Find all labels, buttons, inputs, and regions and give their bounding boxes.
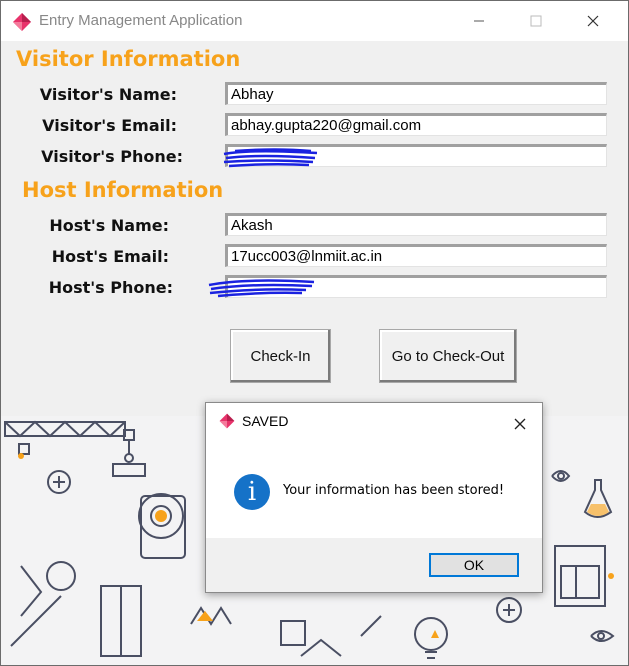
dialog-close-button[interactable] xyxy=(506,410,534,438)
maximize-icon xyxy=(530,15,542,27)
redaction-scribble xyxy=(208,279,315,298)
close-button[interactable] xyxy=(570,1,616,41)
close-icon xyxy=(587,15,599,27)
ok-button[interactable]: OK xyxy=(429,553,519,577)
go-to-check-out-button[interactable]: Go to Check-Out xyxy=(379,329,517,383)
dialog-title: SAVED xyxy=(242,413,289,429)
visitor-section-heading: Visitor Information xyxy=(16,47,241,71)
host-phone-label: Host's Phone: xyxy=(48,278,173,297)
app-logo-icon xyxy=(13,13,31,31)
redaction-scribble xyxy=(223,148,318,168)
close-icon xyxy=(514,418,526,430)
host-name-label: Host's Name: xyxy=(49,216,169,235)
app-logo-icon xyxy=(219,413,235,429)
title-bar: Entry Management Application xyxy=(1,1,628,41)
host-email-label: Host's Email: xyxy=(51,247,169,266)
check-in-button[interactable]: Check-In xyxy=(230,329,331,383)
host-name-input[interactable]: Akash xyxy=(225,213,607,236)
window-title: Entry Management Application xyxy=(39,12,243,29)
visitor-name-label: Visitor's Name: xyxy=(39,85,177,104)
minimize-button[interactable] xyxy=(456,1,502,41)
saved-dialog: SAVED i Your information has been stored… xyxy=(205,402,543,593)
minimize-icon xyxy=(474,20,484,22)
host-email-input[interactable]: 17ucc003@lnmiit.ac.in xyxy=(225,244,607,267)
visitor-phone-label: Visitor's Phone: xyxy=(41,147,183,166)
visitor-email-input[interactable]: abhay.gupta220@gmail.com xyxy=(225,113,607,136)
visitor-email-label: Visitor's Email: xyxy=(42,116,177,135)
host-section-heading: Host Information xyxy=(22,178,224,202)
info-icon: i xyxy=(234,474,270,510)
visitor-name-input[interactable]: Abhay xyxy=(225,82,607,105)
dialog-footer: OK xyxy=(206,538,542,592)
dialog-message: Your information has been stored! xyxy=(283,483,505,498)
maximize-button[interactable] xyxy=(513,1,559,41)
